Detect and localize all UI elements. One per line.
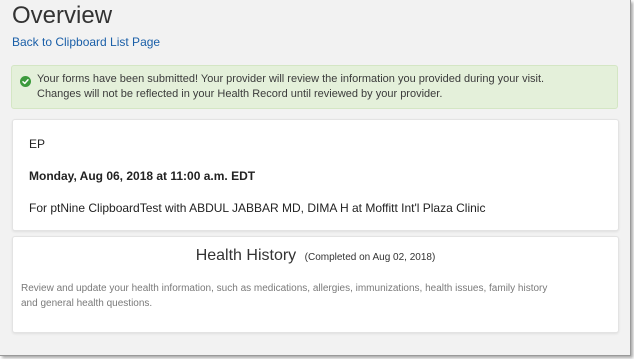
- appointment-type: EP: [29, 137, 46, 151]
- alert-line-2: Changes will not be reflected in your He…: [37, 88, 443, 100]
- appointment-card: EP Monday, Aug 06, 2018 at 11:00 a.m. ED…: [12, 119, 619, 231]
- check-circle-icon: [20, 76, 31, 87]
- appointment-details: For ptNine ClipboardTest with ABDUL JABB…: [29, 201, 486, 215]
- page-frame: Overview Back to Clipboard List Page You…: [0, 0, 631, 356]
- alert-line-1: Your forms have been submitted! Your pro…: [37, 73, 545, 85]
- appointment-datetime: Monday, Aug 06, 2018 at 11:00 a.m. EDT: [29, 169, 256, 183]
- health-history-description-line-2: and general health questions.: [21, 298, 153, 309]
- health-history-description: Review and update your health informatio…: [21, 281, 610, 311]
- health-history-completed: (Completed on Aug 02, 2018): [304, 252, 436, 263]
- alert-message: Your forms have been submitted! Your pro…: [37, 72, 609, 102]
- back-to-clipboard-link[interactable]: Back to Clipboard List Page: [12, 34, 160, 50]
- health-history-card[interactable]: Health History (Completed on Aug 02, 201…: [12, 236, 619, 333]
- health-history-heading: Health History (Completed on Aug 02, 201…: [13, 245, 618, 269]
- page-title: Overview: [12, 2, 113, 29]
- health-history-title: Health History: [195, 247, 297, 264]
- health-history-description-line-1: Review and update your health informatio…: [21, 283, 548, 294]
- success-alert: Your forms have been submitted! Your pro…: [11, 65, 618, 109]
